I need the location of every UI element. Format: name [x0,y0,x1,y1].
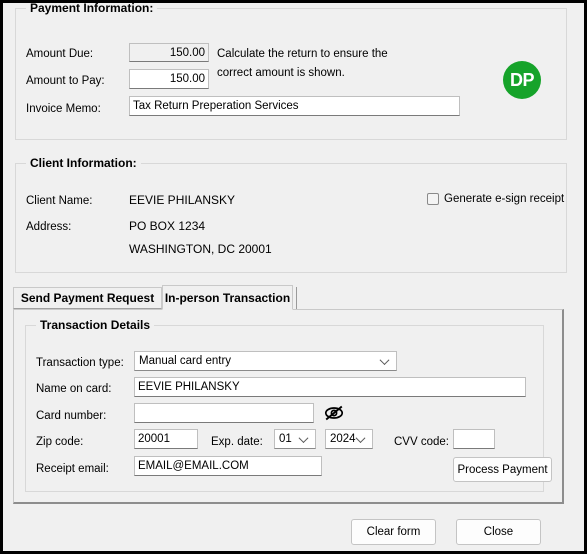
payment-dialog-window: Payment Information: Amount Due: Amount … [0,0,587,554]
tab-in-person-transaction-label: In-person Transaction [164,290,291,305]
tab-strip-end-divider [296,287,297,309]
client-information-legend: Client Information: [26,156,141,170]
brand-logo-dp: DP [503,61,541,99]
generate-esign-receipt-label: Generate e-sign receipt [444,193,565,205]
brand-logo-text: DP [509,69,535,90]
clear-form-button[interactable]: Clear form [351,519,436,545]
client-information-group: Client Information: [15,156,567,273]
tab-in-person-transaction[interactable]: In-person Transaction [162,285,293,310]
exp-year-select[interactable]: 2024 [325,429,373,449]
process-payment-label: Process Payment [457,463,548,476]
checkbox-box-icon[interactable] [427,193,439,205]
eye-slash-icon[interactable] [322,403,346,423]
cvv-code-input[interactable] [453,429,495,449]
transaction-type-label: Transaction type: [36,357,124,369]
address-label: Address: [26,221,72,233]
name-on-card-label: Name on card: [36,383,112,395]
close-label: Close [483,526,514,538]
payment-information-legend: Payment Information: [26,3,158,15]
amount-helper-line-2: correct amount is shown. [217,67,345,79]
exp-date-label: Exp. date: [211,436,263,448]
tab-send-payment-request-label: Send Payment Request [20,291,155,305]
exp-month-select[interactable]: 01 [274,429,316,449]
transaction-type-select[interactable]: Manual card entry [134,351,397,371]
zip-code-input[interactable] [134,429,198,449]
receipt-email-label: Receipt email: [36,463,109,475]
amount-to-pay-label: Amount to Pay: [26,75,105,87]
amount-due-label: Amount Due: [26,48,94,60]
card-number-input[interactable] [134,403,314,423]
cvv-code-label: CVV code: [394,436,449,448]
chevron-down-icon[interactable] [300,434,309,443]
close-button[interactable]: Close [456,519,541,545]
amount-helper-line-1: Calculate the return to ensure the [217,48,388,60]
client-name-label: Client Name: [26,195,93,207]
chevron-down-icon[interactable] [381,356,390,365]
client-name-value: EEVIE PHILANSKY [129,193,236,207]
tab-send-payment-request[interactable]: Send Payment Request [13,287,162,309]
generate-esign-receipt-checkbox[interactable]: Generate e-sign receipt [427,193,564,205]
transaction-type-selected-value: Manual card entry [139,355,232,367]
invoice-memo-label: Invoice Memo: [26,103,101,115]
transaction-details-legend: Transaction Details [36,318,155,332]
receipt-email-input[interactable] [134,456,322,476]
exp-year-selected-value: 2024 [330,433,356,445]
address-line-2: WASHINGTON, DC 20001 [129,242,272,256]
address-line-1: PO BOX 1234 [129,219,206,233]
clear-form-label: Clear form [366,526,421,538]
dialog-canvas: Payment Information: Amount Due: Amount … [3,3,584,551]
amount-due-input [129,43,209,62]
name-on-card-input[interactable] [134,377,526,397]
invoice-memo-input[interactable] [129,96,460,116]
chevron-down-icon[interactable] [357,434,366,443]
amount-to-pay-input[interactable] [129,69,209,89]
exp-month-selected-value: 01 [279,433,292,445]
card-number-label: Card number: [36,410,107,422]
zip-code-label: Zip code: [36,436,84,448]
process-payment-button[interactable]: Process Payment [453,457,552,482]
